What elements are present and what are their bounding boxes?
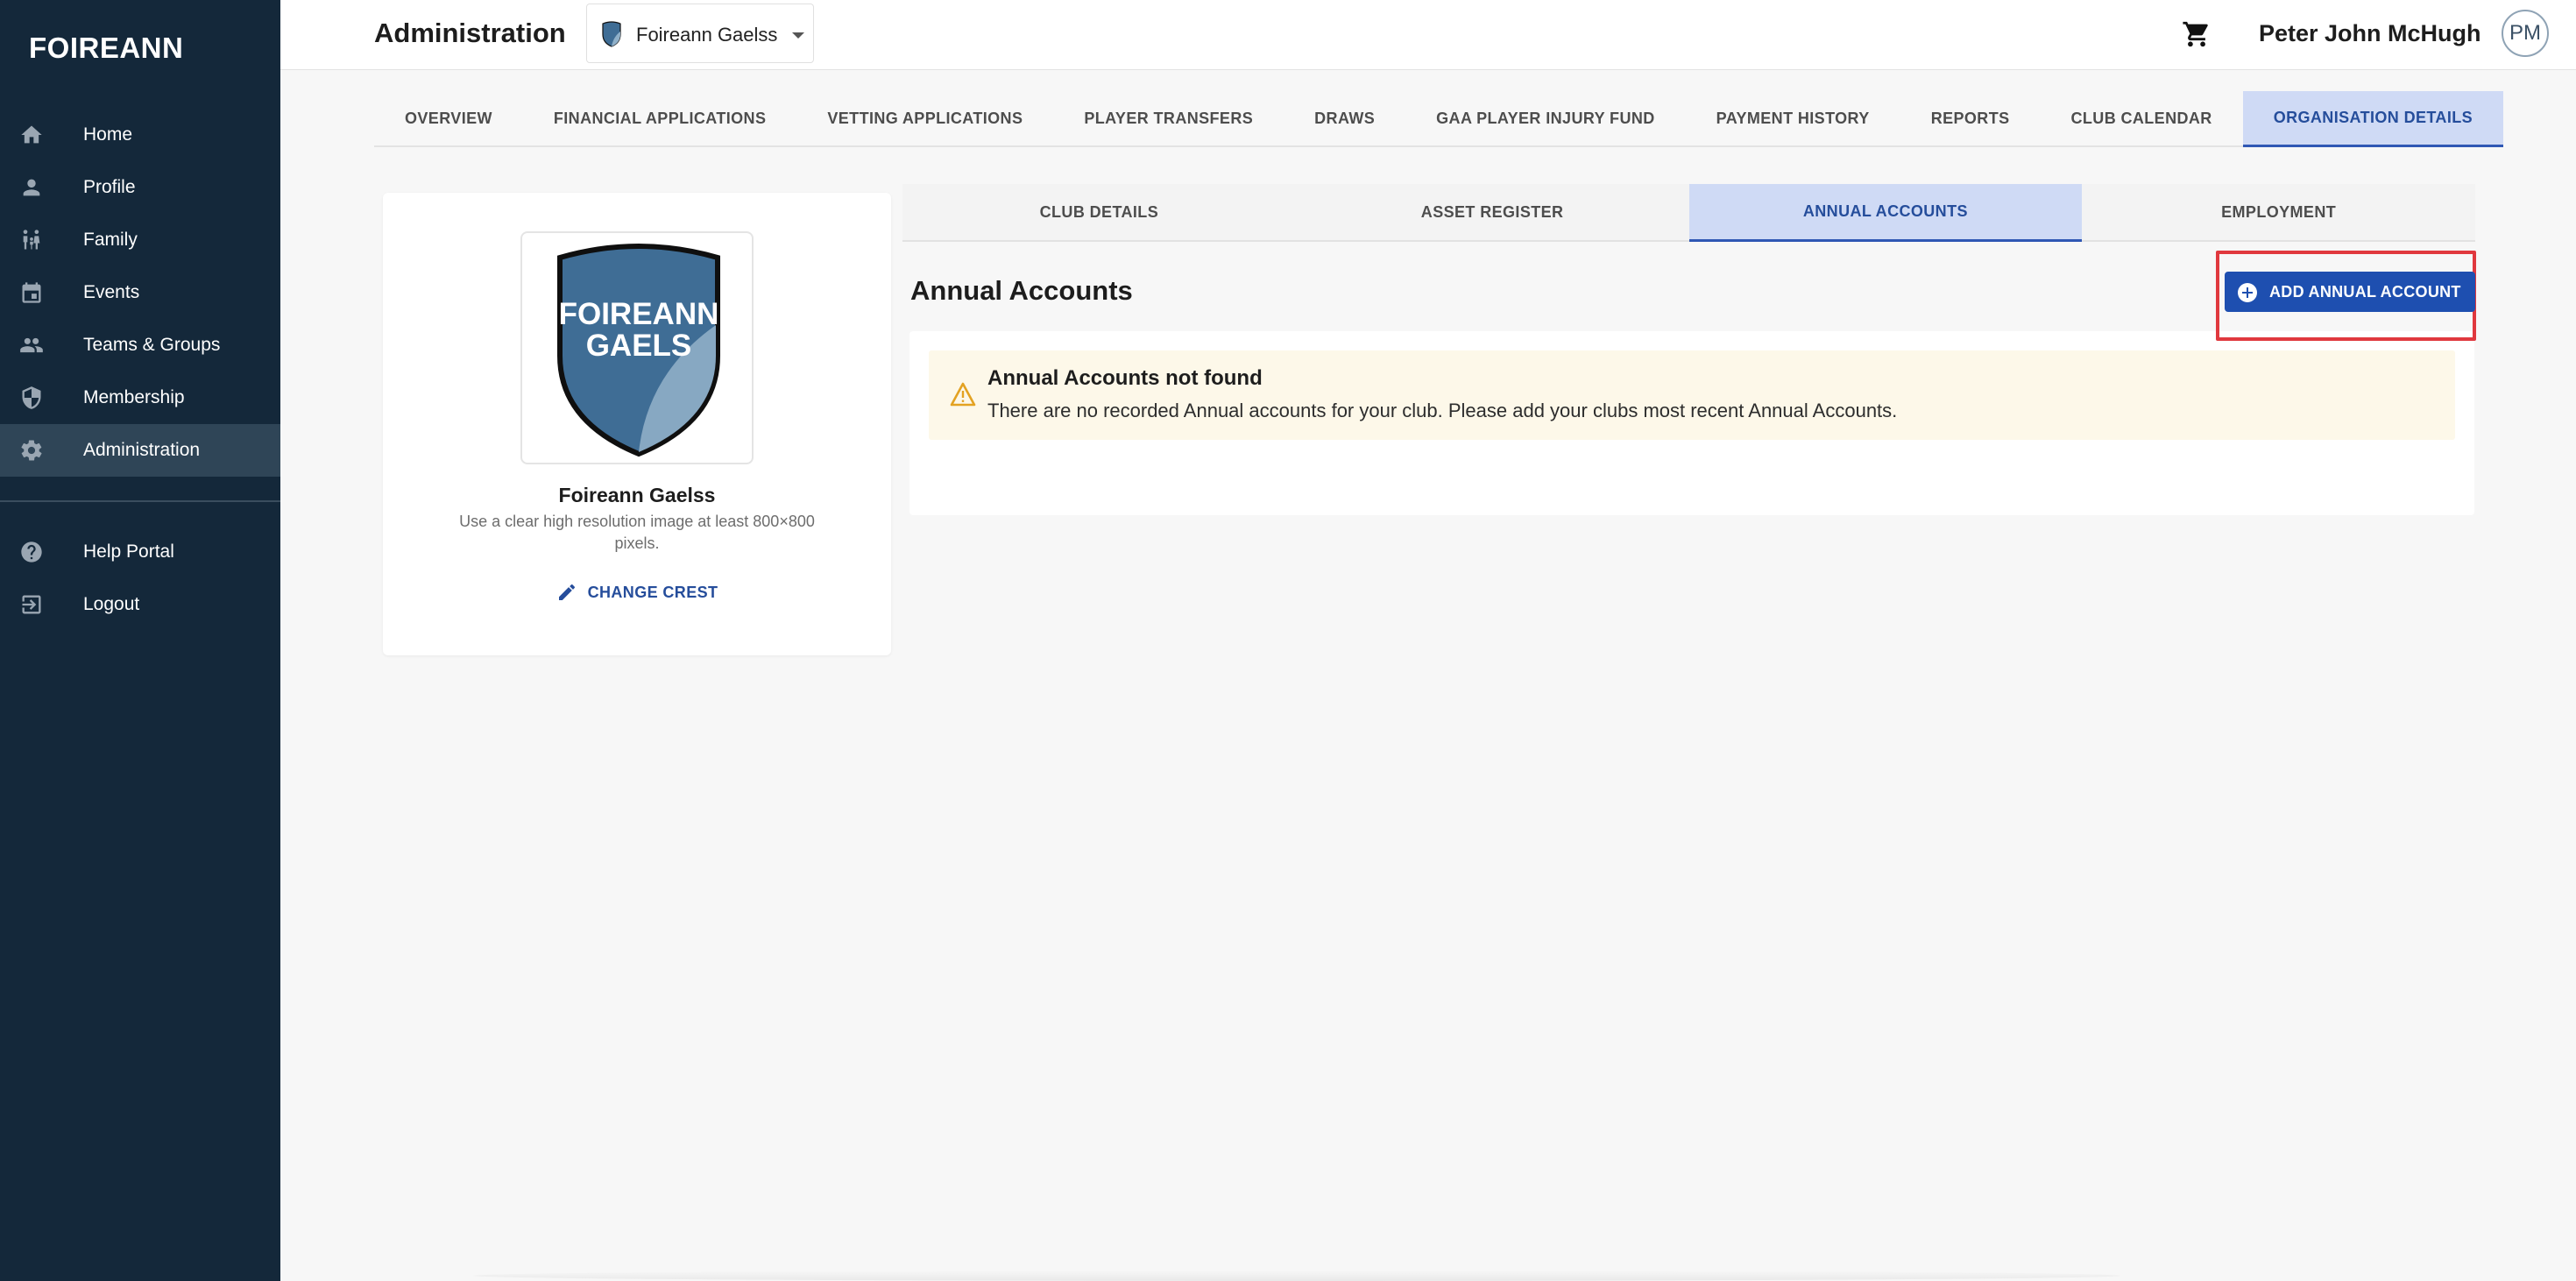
- tab-player-transfers[interactable]: PLAYER TRANSFERS: [1053, 91, 1284, 145]
- add-annual-account-label: ADD ANNUAL ACCOUNT: [2269, 283, 2461, 301]
- warning-icon: [950, 382, 976, 407]
- tab-annual-accounts[interactable]: ANNUAL ACCOUNTS: [1688, 184, 2083, 242]
- svg-text:GAELS: GAELS: [586, 329, 692, 363]
- sidebar-item-help-portal[interactable]: Help Portal: [0, 526, 280, 578]
- person-icon: [19, 175, 44, 200]
- sidebar-item-logout[interactable]: Logout: [0, 578, 280, 631]
- brand-logo[interactable]: FOIREANN: [29, 32, 183, 65]
- family-icon: [19, 228, 44, 252]
- sidebar: FOIREANN Home Profile Family Events Team…: [0, 0, 280, 1281]
- change-crest-button[interactable]: CHANGE CREST: [383, 582, 891, 603]
- tab-draws[interactable]: DRAWS: [1284, 91, 1405, 145]
- sidebar-item-administration[interactable]: Administration: [0, 424, 280, 477]
- shield-icon: [19, 386, 44, 410]
- bottom-shadow: [473, 1270, 2120, 1281]
- cart-icon[interactable]: [2182, 19, 2212, 49]
- help-icon: [19, 540, 44, 564]
- sidebar-item-family[interactable]: Family: [0, 214, 280, 266]
- tab-gaa-player-injury-fund[interactable]: GAA PLAYER INJURY FUND: [1405, 91, 1686, 145]
- user-name[interactable]: Peter John McHugh: [2259, 20, 2481, 47]
- sidebar-item-label: Teams & Groups: [83, 335, 221, 355]
- calendar-icon: [19, 280, 44, 305]
- group-icon: [19, 333, 44, 357]
- organisation-sub-tabs: CLUB DETAILS ASSET REGISTER ANNUAL ACCOU…: [902, 184, 2475, 242]
- sidebar-item-membership[interactable]: Membership: [0, 372, 280, 424]
- tab-overview[interactable]: OVERVIEW: [374, 91, 523, 145]
- logout-icon: [19, 592, 44, 617]
- club-crest-mini-icon: [601, 21, 622, 47]
- section-title: Annual Accounts: [910, 275, 1133, 306]
- add-circle-icon: [2237, 282, 2258, 303]
- add-annual-account-button[interactable]: ADD ANNUAL ACCOUNT: [2225, 272, 2475, 312]
- club-crest-shield: FOIREANN GAELS: [557, 244, 720, 457]
- pencil-icon: [558, 584, 575, 600]
- tab-financial-applications[interactable]: FINANCIAL APPLICATIONS: [523, 91, 796, 145]
- svg-text:FOIREANN: FOIREANN: [559, 297, 719, 331]
- page-title: Administration: [374, 18, 566, 48]
- warning-alert: Annual Accounts not found There are no r…: [929, 350, 2455, 440]
- gear-icon: [19, 438, 44, 463]
- crest-hint: Use a clear high resolution image at lea…: [459, 513, 815, 552]
- sidebar-item-profile[interactable]: Profile: [0, 161, 280, 214]
- tab-vetting-applications[interactable]: VETTING APPLICATIONS: [796, 91, 1053, 145]
- sidebar-item-label: Profile: [83, 177, 136, 197]
- sidebar-item-events[interactable]: Events: [0, 266, 280, 319]
- sidebar-item-label: Administration: [83, 440, 201, 460]
- sidebar-item-label: Events: [83, 282, 140, 302]
- sidebar-item-label: Logout: [83, 594, 140, 614]
- avatar[interactable]: PM: [2502, 10, 2549, 57]
- alert-title: Annual Accounts not found: [987, 366, 1263, 390]
- club-crest-card: FOIREANN GAELS Foireann Gaelss Use a cle…: [383, 193, 891, 655]
- tab-organisation-details[interactable]: ORGANISATION DETAILS: [2242, 91, 2504, 147]
- sidebar-item-label: Family: [83, 230, 138, 250]
- sidebar-item-teams-groups[interactable]: Teams & Groups: [0, 319, 280, 372]
- change-crest-label: CHANGE CREST: [587, 583, 718, 601]
- sidebar-item-home[interactable]: Home: [0, 109, 280, 161]
- sidebar-item-label: Home: [83, 124, 133, 145]
- tab-employment[interactable]: EMPLOYMENT: [2082, 184, 2475, 240]
- tab-club-details[interactable]: CLUB DETAILS: [902, 184, 1296, 240]
- sidebar-nav: Home Profile Family Events Teams & Group…: [0, 109, 280, 631]
- alert-text: There are no recorded Annual accounts fo…: [987, 400, 1898, 421]
- tab-asset-register[interactable]: ASSET REGISTER: [1296, 184, 1689, 240]
- home-icon: [19, 123, 44, 147]
- organisation-select-value: Foireann Gaelss: [636, 24, 778, 46]
- club-crest-image: FOIREANN GAELS: [520, 231, 754, 464]
- highlight-box: ADD ANNUAL ACCOUNT: [2216, 251, 2476, 341]
- annual-accounts-panel: Annual Accounts not found There are no r…: [909, 331, 2474, 515]
- organisation-select[interactable]: Foireann Gaelss: [586, 4, 814, 63]
- sidebar-divider: [0, 500, 280, 502]
- sidebar-item-label: Membership: [83, 387, 185, 407]
- tab-payment-history[interactable]: PAYMENT HISTORY: [1686, 91, 1900, 145]
- club-name: Foireann Gaelss: [558, 484, 716, 506]
- sidebar-item-label: Help Portal: [83, 541, 174, 562]
- tab-reports[interactable]: REPORTS: [1900, 91, 2041, 145]
- tab-club-calendar[interactable]: CLUB CALENDAR: [2041, 91, 2243, 145]
- chevron-down-icon: [792, 32, 804, 39]
- admin-tabs: OVERVIEW FINANCIAL APPLICATIONS VETTING …: [374, 91, 2504, 147]
- top-header: Administration Foireann Gaelss Peter Joh…: [280, 0, 2576, 70]
